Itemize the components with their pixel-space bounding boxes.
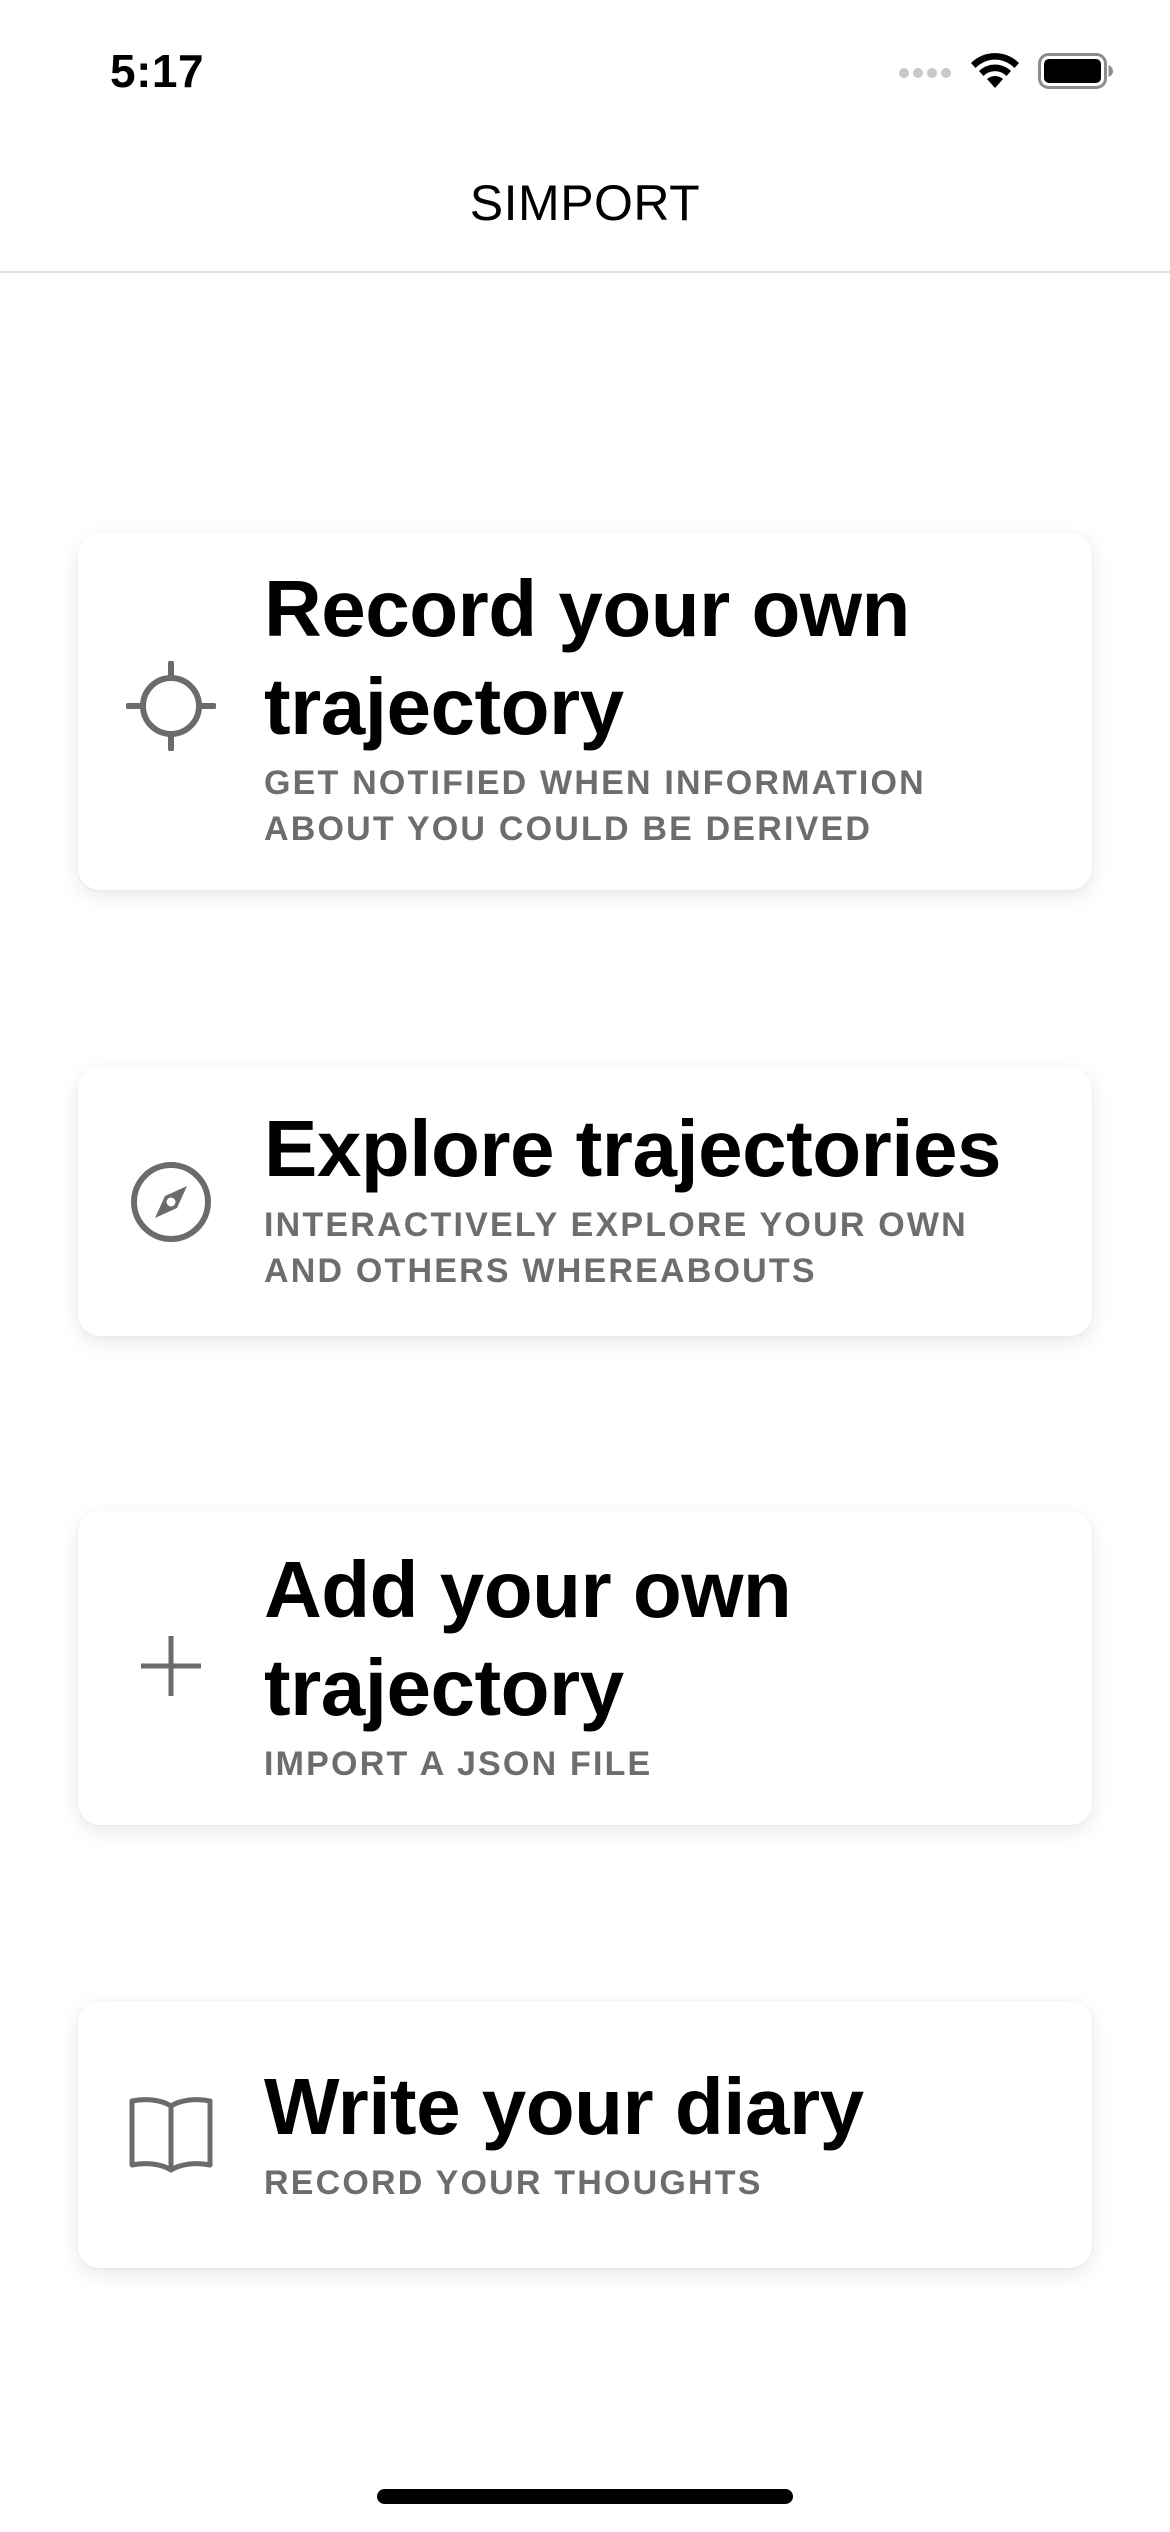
card-subtitle: RECORD YOUR THOUGHTS [264,2164,763,2202]
card-title: Explore trajectories [264,1104,1002,1193]
status-icons [898,52,1114,90]
status-time: 5:17 [110,45,205,97]
battery-icon [1038,53,1113,89]
compass-icon [126,1157,216,1247]
home-indicator[interactable] [377,2489,793,2504]
card-title: Add your own trajectory [264,1545,792,1732]
add-trajectory-card[interactable]: Add your own trajectory IMPORT A JSON FI… [78,1511,1092,1825]
card-subtitle: IMPORT A JSON FILE [264,1745,653,1783]
plus-icon [126,1621,216,1711]
card-title: Record your own trajectory [264,564,910,751]
card-subtitle: GET NOTIFIED WHEN INFORMATION ABOUT YOU … [264,764,926,848]
book-icon [126,2089,216,2179]
status-bar: 5:17 [0,0,1170,140]
explore-trajectories-card[interactable]: Explore trajectories INTERACTIVELY EXPLO… [78,1067,1092,1336]
write-diary-card[interactable]: Write your diary RECORD YOUR THOUGHTS [78,2001,1092,2268]
crosshair-icon [125,660,217,752]
card-title: Write your diary [264,2062,864,2151]
wifi-icon [971,53,1019,88]
page-title: SIMPORT [469,175,701,231]
record-trajectory-card[interactable]: Record your own trajectory GET NOTIFIED … [78,533,1092,890]
navigation-bar: SIMPORT [0,140,1170,273]
cellular-signal-icon [899,68,951,78]
card-subtitle: INTERACTIVELY EXPLORE YOUR OWN AND OTHER… [264,1206,968,1290]
